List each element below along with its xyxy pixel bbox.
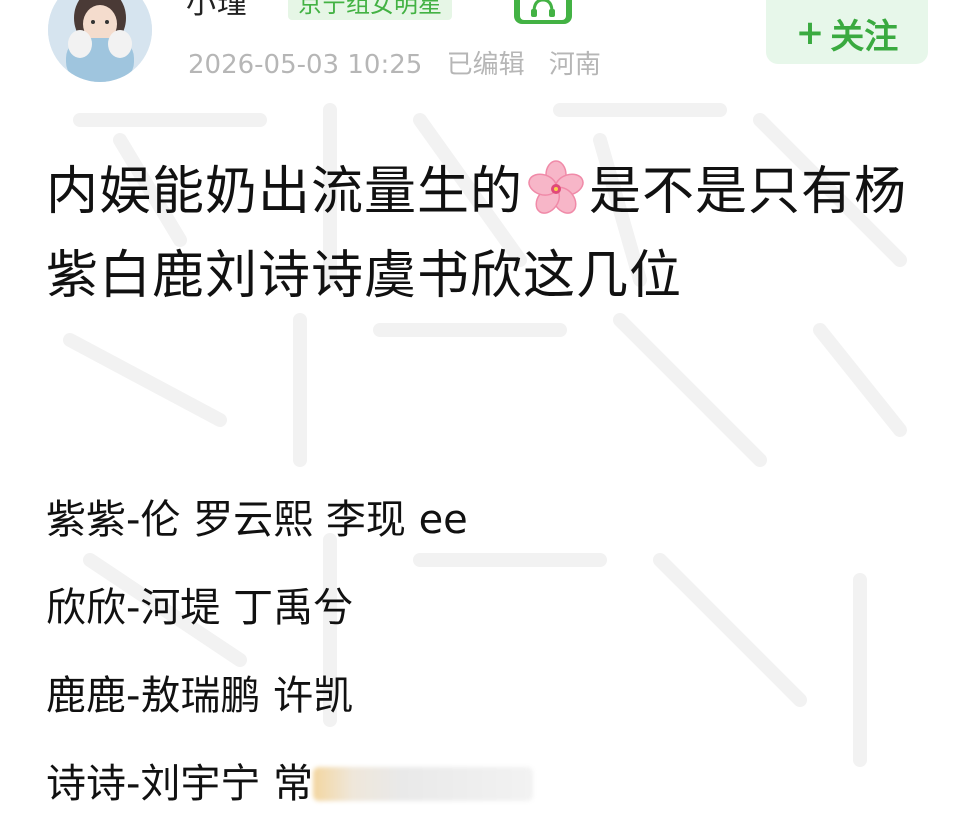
list-item: 鹿鹿-敖瑞鹏 许凯	[46, 673, 354, 719]
avatar-photo	[48, 0, 152, 82]
list-item: 紫紫-伦 罗云熙 李现 ee	[46, 497, 468, 543]
blurred-text-mask	[313, 767, 534, 801]
list-item-truncated: 诗诗-刘宇宁 常	[46, 750, 926, 818]
post-timestamp: 2026-05-03 10:25	[188, 50, 423, 80]
post-page: 小瑾 京宁组女明星 2026-05-03 10:25 已编辑 河南 + 关注 内…	[0, 0, 968, 818]
cherry-blossom-icon	[528, 160, 584, 214]
headphone-level-badge-icon	[514, 0, 572, 24]
post-meta: 2026-05-03 10:25 已编辑 河南	[188, 44, 617, 81]
follow-label: 关注	[830, 16, 899, 57]
avatar[interactable]	[48, 0, 152, 82]
username[interactable]: 小瑾	[186, 0, 248, 22]
post-title: 内娱能奶出流量生的 是不是只有杨紫白鹿刘诗诗虞书欣这几位	[46, 150, 936, 318]
follow-button[interactable]: + 关注	[766, 0, 928, 64]
edited-label: 已编辑	[446, 50, 525, 80]
post-body-list: 紫紫-伦 罗云熙 李现 ee 欣欣-河堤 丁禹兮 鹿鹿-敖瑞鹏 许凯 诗诗-刘宇…	[46, 486, 926, 818]
group-badge[interactable]: 京宁组女明星	[288, 0, 452, 20]
post-header: 小瑾 京宁组女明星 2026-05-03 10:25 已编辑 河南 + 关注	[0, 0, 968, 100]
title-part-1: 内娱能奶出流量生的	[46, 162, 524, 222]
list-item: 欣欣-河堤 丁禹兮	[46, 585, 354, 631]
post-location: 河南	[548, 50, 601, 80]
list-item-text: 诗诗-刘宇宁 常	[46, 761, 314, 807]
plus-icon: +	[795, 13, 825, 53]
